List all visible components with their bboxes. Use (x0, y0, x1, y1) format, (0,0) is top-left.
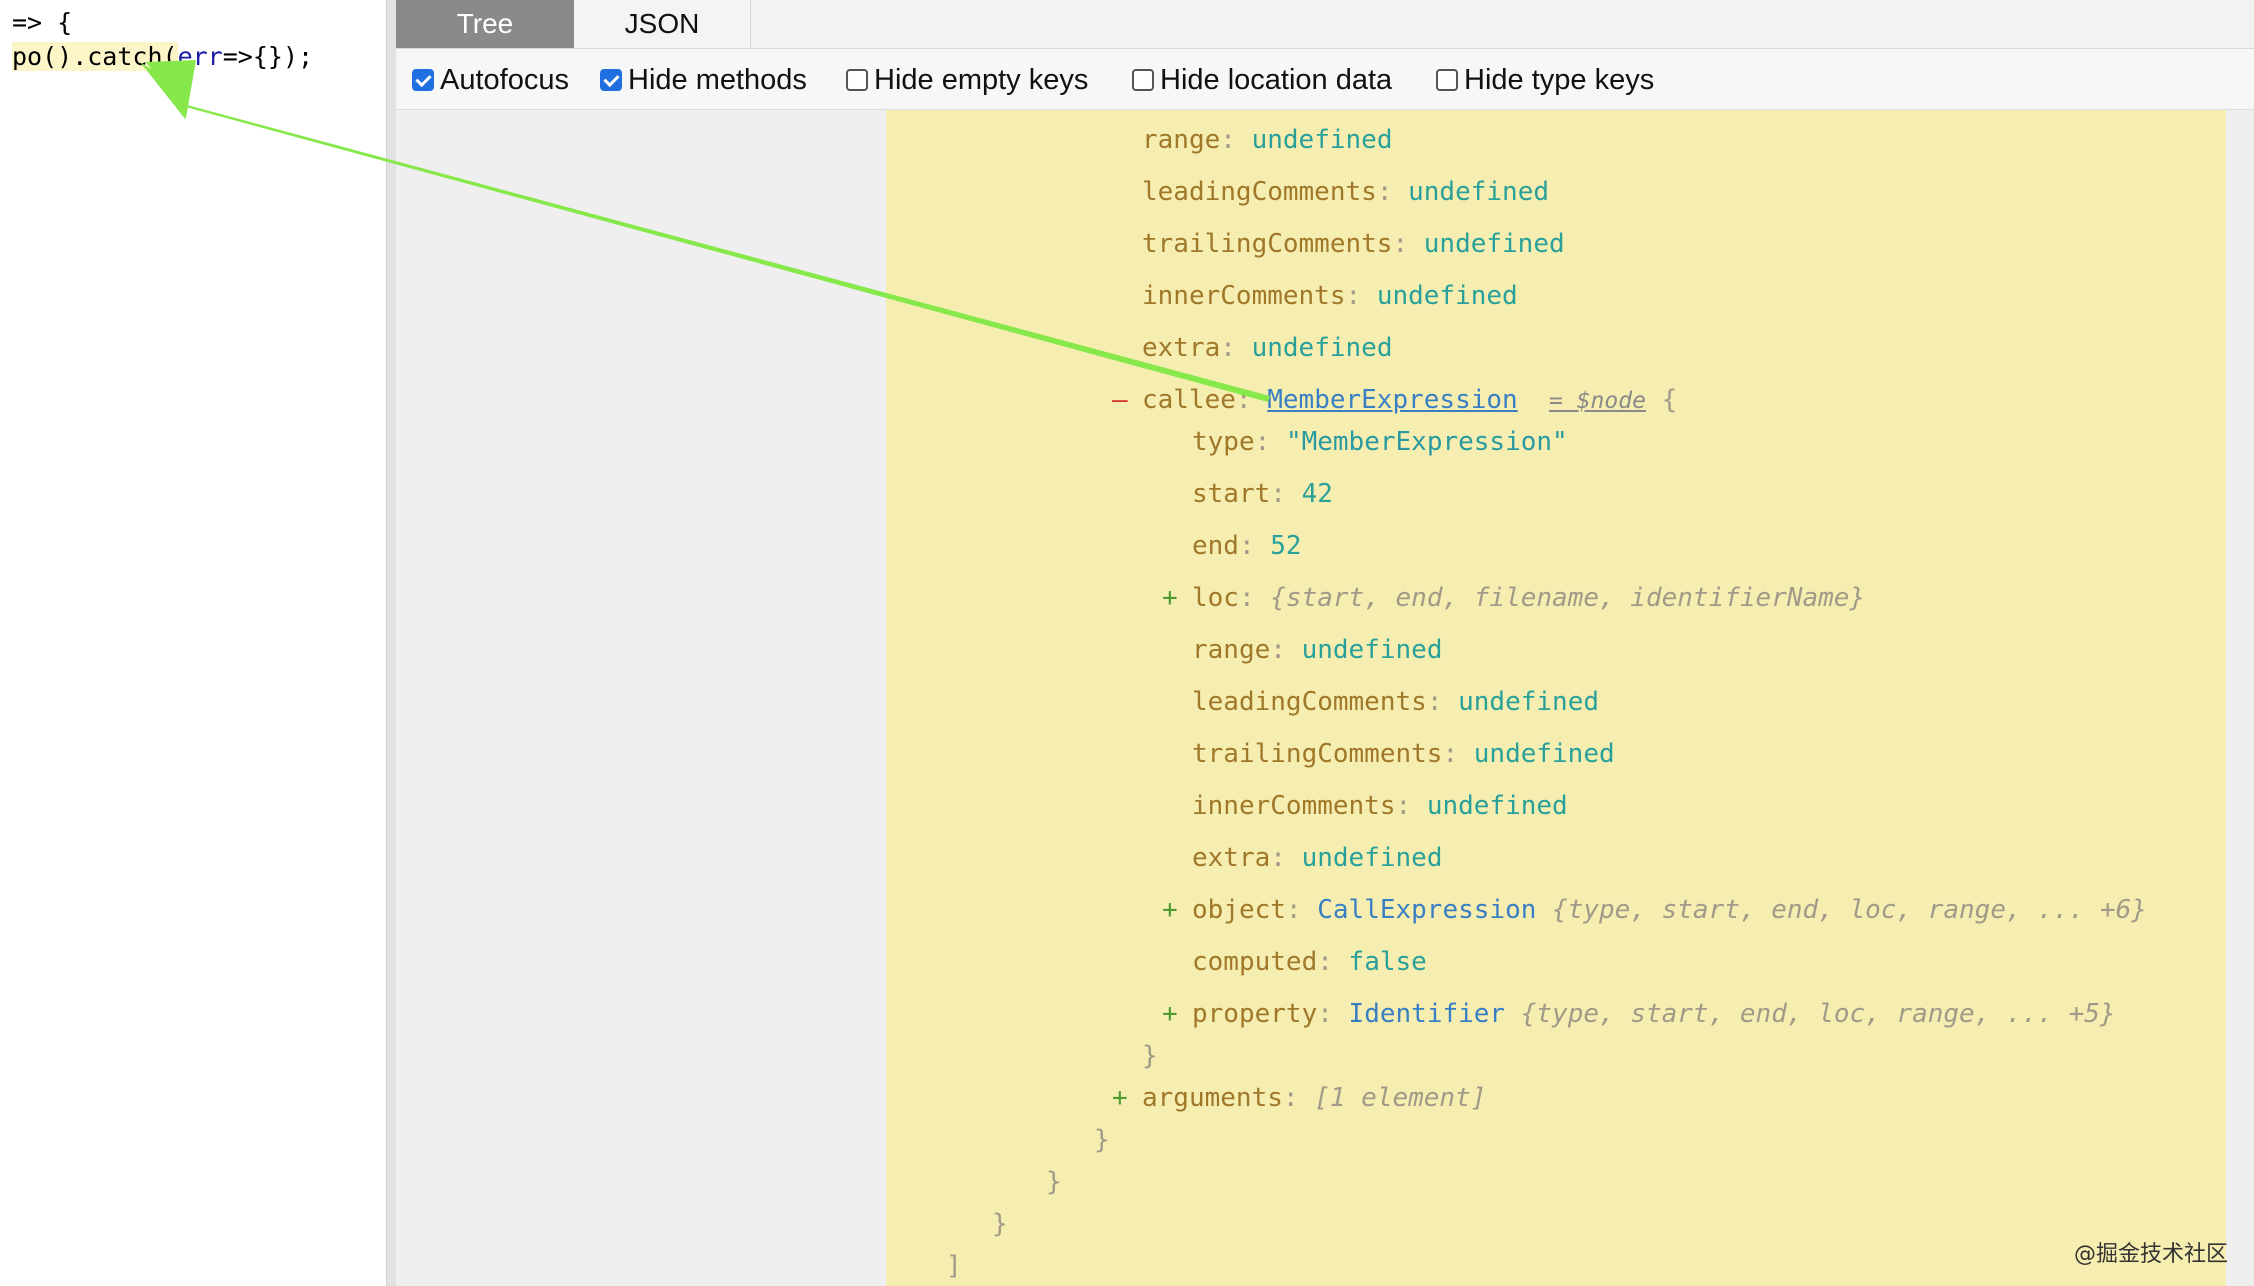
collapse-toggle-callee[interactable]: – (1112, 380, 1128, 420)
tree-row-extra: extra: undefined (1142, 333, 1393, 363)
tree-row-callee-extra: extra: undefined (1192, 843, 1443, 873)
option-label: Hide location data (1160, 64, 1393, 96)
tree-row-inner-comments: innerComments: undefined (1142, 281, 1518, 311)
watermark: @掘金技术社区 (2073, 1242, 2228, 1267)
tree-row-callee-inner: innerComments: undefined (1192, 791, 1568, 821)
option-autofocus[interactable]: Autofocus (412, 63, 569, 97)
code-line-1[interactable]: => { (12, 6, 72, 40)
tree-row-type: type: "MemberExpression" (1192, 427, 1568, 457)
tree-row-property[interactable]: property: Identifier {type, start, end, … (1192, 994, 2116, 1034)
tree-row-callee-trailing: trailingComments: undefined (1192, 739, 1615, 769)
code-token-rest: =>{}); (222, 42, 314, 71)
option-label: Hide type keys (1464, 64, 1655, 96)
close-brace-3: } (992, 1209, 1008, 1239)
node-meta: = $node (1549, 388, 1646, 414)
hide-methods-checkbox[interactable] (600, 69, 622, 91)
code-line-2[interactable]: po().catch(err=>{}); (12, 40, 313, 74)
code-token-call: po().catch( (12, 42, 178, 71)
hide-location-data-checkbox[interactable] (1132, 69, 1154, 91)
close-brace-2: } (1046, 1167, 1062, 1197)
close-bracket: ] (946, 1251, 962, 1281)
tree-row-callee-leading: leadingComments: undefined (1192, 687, 1600, 717)
tree-row-callee[interactable]: callee: MemberExpression = $node { (1142, 380, 1677, 420)
option-label: Hide empty keys (874, 64, 1089, 96)
hide-type-keys-checkbox[interactable] (1436, 69, 1458, 91)
option-hide-location-data[interactable]: Hide location data (1132, 63, 1392, 97)
output-panel: Tree JSON Autofocus Hide methods Hide em… (396, 0, 2254, 1286)
tree-row-range: range: undefined (1142, 125, 1393, 155)
expand-toggle-object[interactable]: + (1162, 890, 1178, 930)
code-highlight: po().catch( (12, 42, 178, 71)
tree-row-trailing-comments: trailingComments: undefined (1142, 229, 1565, 259)
option-label: Autofocus (440, 64, 569, 96)
option-hide-methods[interactable]: Hide methods (600, 63, 807, 97)
tab-json[interactable]: JSON (574, 0, 751, 48)
ast-tree: range: undefined leadingComments: undefi… (886, 110, 2226, 1286)
tree-row-computed: computed: false (1192, 947, 1427, 977)
option-label: Hide methods (628, 64, 807, 96)
expand-toggle-property[interactable]: + (1162, 994, 1178, 1034)
expand-toggle-loc[interactable]: + (1162, 578, 1178, 618)
option-hide-type-keys[interactable]: Hide type keys (1436, 63, 1654, 97)
callee-close-brace: } (1142, 1041, 1158, 1071)
tab-bar: Tree JSON (396, 0, 2254, 49)
close-brace-1: } (1094, 1125, 1110, 1155)
callee-type-link[interactable]: MemberExpression (1267, 385, 1517, 415)
tree-row-arguments[interactable]: arguments: [1 element] (1142, 1078, 1486, 1118)
hide-empty-keys-checkbox[interactable] (846, 69, 868, 91)
expand-toggle-arguments[interactable]: + (1112, 1078, 1128, 1118)
tree-row-start: start: 42 (1192, 479, 1333, 509)
tree-row-leading-comments: leadingComments: undefined (1142, 177, 1550, 207)
tree-row-loc[interactable]: loc: {start, end, filename, identifierNa… (1192, 578, 1865, 618)
option-hide-empty-keys[interactable]: Hide empty keys (846, 63, 1088, 97)
tree-row-object[interactable]: object: CallExpression {type, start, end… (1192, 890, 2147, 930)
tree-row-callee-range: range: undefined (1192, 635, 1443, 665)
tab-tree[interactable]: Tree (396, 0, 574, 48)
options-toolbar: Autofocus Hide methods Hide empty keys H… (396, 49, 2254, 110)
code-token-err: err (177, 42, 223, 71)
tree-row-end: end: 52 (1192, 531, 1302, 561)
autofocus-checkbox[interactable] (412, 69, 434, 91)
code-editor[interactable]: => { po().catch(err=>{}); (0, 0, 386, 1286)
